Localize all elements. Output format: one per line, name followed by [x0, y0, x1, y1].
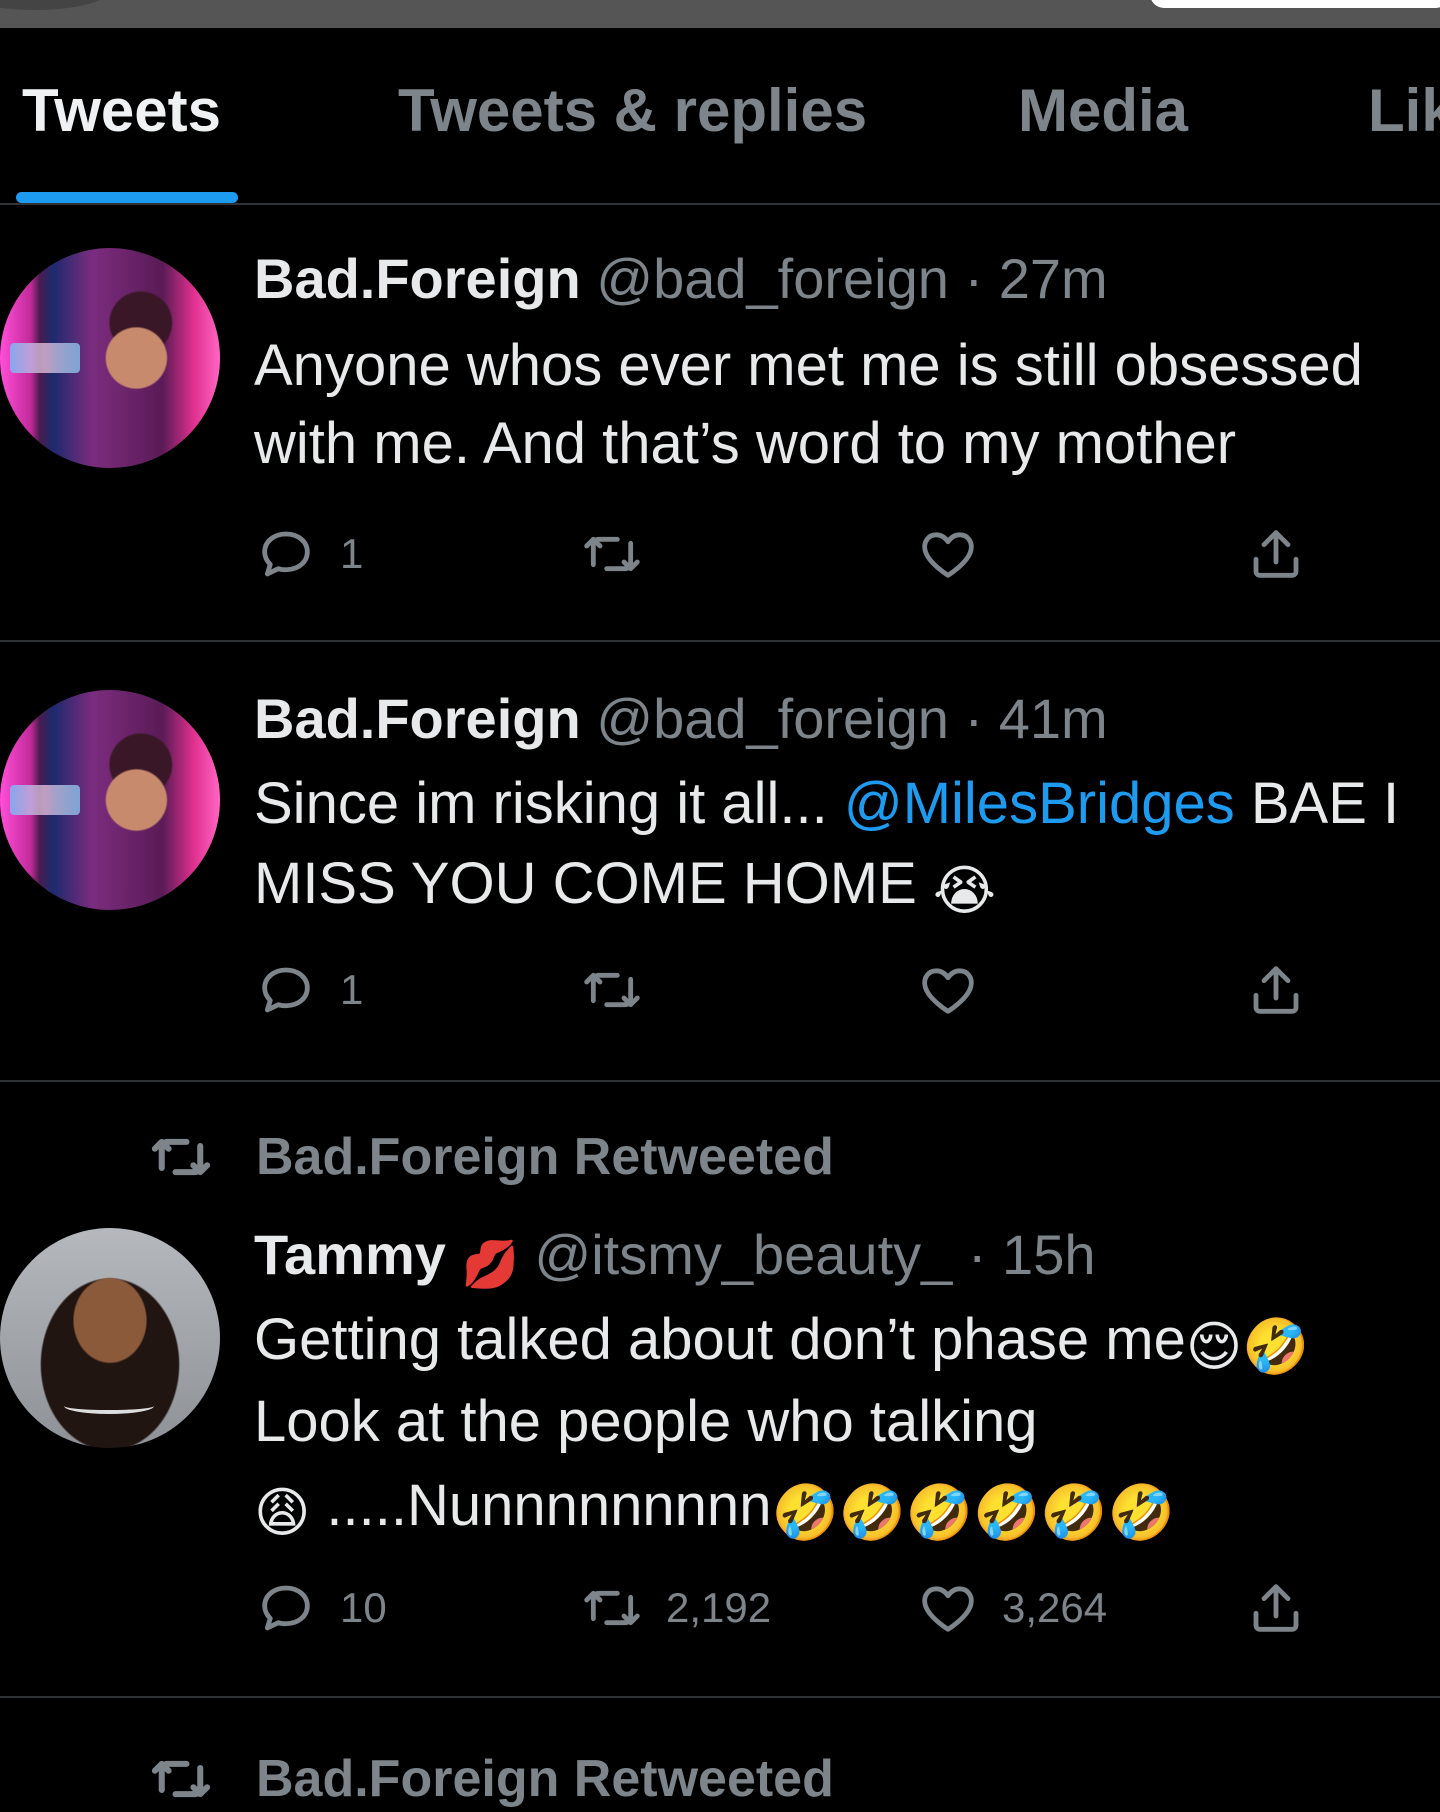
share-button[interactable] [1244, 524, 1308, 584]
kiss-emoji: 💋 [461, 1237, 519, 1291]
retweet-button[interactable] [580, 960, 666, 1020]
like-icon [922, 532, 974, 578]
tweet-text-line-1: Anyone whos ever met me is still obsesse… [254, 333, 1363, 398]
retweeted-by-label[interactable]: Bad.Foreign Retweeted [256, 1127, 834, 1187]
like-icon [922, 968, 974, 1014]
share-button[interactable] [1244, 960, 1308, 1020]
reply-button[interactable]: 10 [254, 1578, 387, 1638]
retweeted-by: Bad.Foreign Retweeted [148, 1746, 834, 1812]
retweet-icon [584, 536, 640, 572]
top-bar-shape [0, 0, 110, 10]
like-button[interactable] [916, 960, 1002, 1020]
weary-emoji: 😩 [254, 1481, 311, 1544]
reply-count: 1 [340, 530, 364, 577]
tweet-text-line-3: 😩 .....Nunnnnnnnnn🤣🤣🤣🤣🤣🤣 [254, 1464, 1175, 1548]
tweet-text-line-1: Getting talked about don’t phase me😌🤣 [254, 1298, 1309, 1382]
share-icon [1253, 530, 1299, 578]
reply-icon [262, 967, 310, 1013]
display-name[interactable]: Bad.Foreign [254, 687, 581, 750]
mention-link[interactable]: @MilesBridges [844, 771, 1235, 836]
reply-button[interactable]: 1 [254, 524, 363, 584]
tweet[interactable]: Bad.Foreign @bad_foreign · 41m Since im … [0, 642, 1440, 1080]
tweet[interactable]: Bad.Foreign @bad_foreign · 27m Anyone wh… [0, 206, 1440, 640]
separator-dot: · [964, 687, 984, 750]
retweet-count: 2,192 [666, 1584, 772, 1631]
tab-likes[interactable]: Lik [1368, 76, 1440, 145]
tweet-text: Getting talked about don’t phase me [254, 1307, 1186, 1372]
tweet-header: Tammy 💋 @itsmy_beauty_ · 15h [254, 1222, 1095, 1287]
retweet-icon [584, 972, 640, 1008]
tweet-text-line-1: Since im risking it all... @MilesBridges… [254, 762, 1399, 846]
profile-tabs: Tweets Tweets & replies Media Lik [0, 28, 1440, 204]
display-name[interactable]: Bad.Foreign [254, 247, 581, 310]
timestamp[interactable]: 41m [999, 687, 1108, 750]
tweet-divider [0, 1696, 1440, 1698]
retweet-icon [584, 1590, 640, 1626]
like-icon [922, 1586, 974, 1632]
tweet-actions: 10 2,192 3,264 [254, 1578, 1354, 1638]
reply-count: 1 [340, 966, 364, 1013]
tweet-text: Since im risking it all... [254, 771, 828, 836]
retweet-icon [151, 1138, 211, 1176]
emoji-group: 😌🤣 [1185, 1315, 1310, 1378]
like-button[interactable]: 3,264 [916, 1578, 1107, 1638]
retweet-button[interactable]: 2,192 [580, 1578, 771, 1638]
handle[interactable]: @bad_foreign [596, 247, 949, 310]
top-bar [0, 0, 1440, 28]
timestamp[interactable]: 15h [1002, 1223, 1095, 1286]
tweet-actions: 1 [254, 960, 1354, 1020]
share-icon [1253, 1584, 1299, 1632]
top-bar-pill [1150, 0, 1440, 8]
tab-tweets-and-replies[interactable]: Tweets & replies [398, 76, 867, 145]
active-tab-indicator [16, 192, 238, 203]
handle[interactable]: @itsmy_beauty_ [534, 1223, 952, 1286]
tweet-header: Bad.Foreign @bad_foreign · 27m [254, 246, 1108, 311]
tweet-text-line-2: MISS YOU COME HOME 😭 [254, 842, 996, 926]
retweeted-by-label[interactable]: Bad.Foreign Retweeted [256, 1749, 834, 1809]
avatar[interactable] [0, 1228, 220, 1448]
tweet-text: .....Nunnnnnnnnn [326, 1473, 772, 1538]
retweet-button[interactable] [580, 524, 666, 584]
like-count: 3,264 [1002, 1584, 1108, 1631]
laughing-emoji-group: 🤣🤣🤣🤣🤣🤣 [771, 1481, 1175, 1544]
tweet-text: BAE I [1250, 771, 1400, 836]
display-name[interactable]: Tammy [254, 1223, 446, 1286]
like-button[interactable] [916, 524, 1002, 584]
retweet-icon [151, 1760, 211, 1798]
reply-icon [262, 531, 310, 577]
tweet-header: Bad.Foreign @bad_foreign · 41m [254, 686, 1108, 751]
tweet-actions: 1 [254, 524, 1354, 584]
share-button[interactable] [1244, 1578, 1308, 1638]
tab-tweets[interactable]: Tweets [22, 76, 221, 145]
tweet-text-line-2: Look at the people who talking [254, 1389, 1038, 1454]
tweet-text: MISS YOU COME HOME [254, 851, 917, 916]
timestamp[interactable]: 27m [999, 247, 1108, 310]
tabs-divider [0, 203, 1440, 205]
avatar[interactable] [0, 248, 220, 468]
tab-media[interactable]: Media [1018, 76, 1188, 145]
crying-emoji: 😭 [932, 859, 997, 922]
handle[interactable]: @bad_foreign [596, 687, 949, 750]
retweeted-by: Bad.Foreign Retweeted [148, 1124, 834, 1190]
reply-icon [262, 1585, 310, 1631]
separator-dot: · [967, 1223, 987, 1286]
tweet-text-line-2: with me. And that’s word to my mother [254, 411, 1237, 476]
reply-button[interactable]: 1 [254, 960, 363, 1020]
separator-dot: · [964, 247, 984, 310]
avatar[interactable] [0, 690, 220, 910]
reply-count: 10 [340, 1584, 387, 1631]
share-icon [1253, 966, 1299, 1014]
tweet[interactable]: Bad.Foreign Retweeted Tammy 💋 @itsmy_bea… [0, 1082, 1440, 1696]
